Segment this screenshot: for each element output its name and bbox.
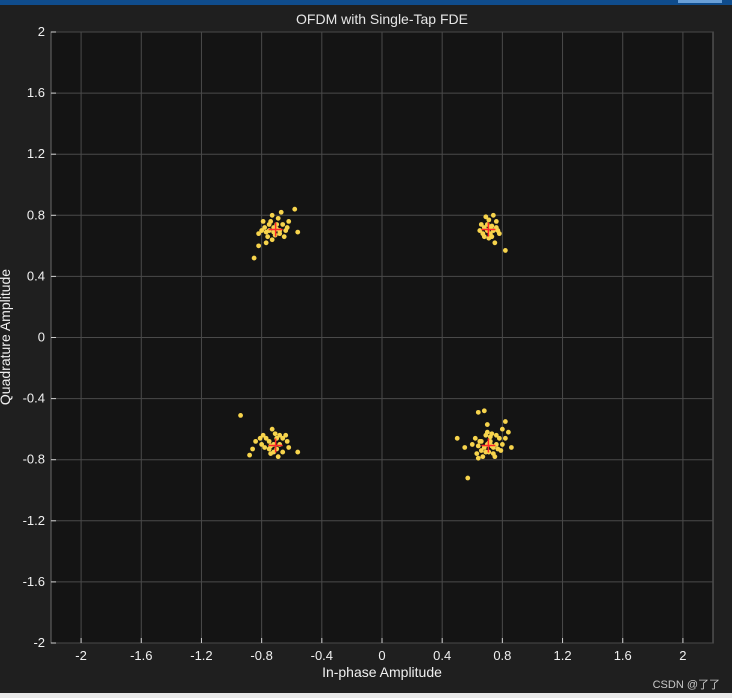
received-symbol-point [257,435,263,441]
y-tick-label: 0.4 [27,268,45,283]
received-symbol-point [275,454,281,460]
received-symbol-point [474,451,480,456]
received-symbol-point [263,240,269,246]
y-axis-label: Quadrature Amplitude [0,269,13,405]
received-symbol-point [499,426,505,432]
received-symbol-point [250,446,256,452]
y-tick-label: -1.2 [23,513,45,528]
received-symbol-point [284,225,290,230]
x-tick-label: -1.6 [130,648,152,663]
received-symbol-point [247,452,253,458]
received-symbol-point [280,449,286,455]
scatter-plot: -2 -1.6 -1.2 -0.8 -0.4 0 0.4 0.8 1.2 1.6 2 2 1.6 1.2 0… [0,11,714,680]
received-symbol-point [502,435,508,441]
y-tick-label: -1.6 [23,574,45,589]
received-symbol-point [484,429,490,435]
received-symbol-point [272,431,278,437]
received-symbol-point [295,449,301,455]
x-tick-label: -0.4 [311,648,333,663]
y-tick-label: 1.6 [27,85,45,100]
received-symbol-point [256,243,262,249]
received-symbol-point [490,451,496,456]
received-symbol-point [259,442,265,447]
received-symbol-point [462,445,468,450]
received-symbol-point [263,435,269,441]
received-symbol-point [484,422,490,427]
received-symbol-point [508,445,514,450]
received-symbol-point [475,455,481,461]
y-tick-label: 1.2 [27,146,45,161]
received-symbol-point [486,235,492,241]
y-tick-label: -0.4 [23,391,45,406]
window-bottom-bar [0,693,732,698]
x-tick-label: 2 [679,648,686,663]
received-symbol-point [502,419,508,424]
received-symbol-point [495,228,501,233]
received-symbol-point [490,212,496,218]
received-symbol-point [260,219,266,224]
received-symbol-point [478,448,484,453]
received-symbol-point [505,429,511,435]
y-tick-label: -2 [33,635,45,650]
received-symbol-point [269,212,275,218]
received-symbol-point [253,438,259,444]
received-symbol-point [499,442,505,447]
x-tick-label: 0.8 [493,648,511,663]
received-symbol-point [265,234,271,240]
received-symbol-point [483,449,489,455]
received-symbol-point [281,234,287,240]
y-tick-label: 0 [38,330,45,345]
x-tick-label: 0 [378,648,385,663]
received-symbol-point [269,426,275,432]
received-symbol-point [483,214,489,220]
x-tick-label: 1.2 [554,648,572,663]
received-symbol-point [472,435,478,441]
received-symbol-point [492,240,498,246]
received-symbol-point [475,443,481,449]
received-symbol-point [278,209,284,215]
y-tick-label: 2 [38,24,45,39]
y-tick-label: -0.8 [23,452,45,467]
received-symbol-point [469,442,475,447]
x-tick-label: -1.2 [190,648,212,663]
received-symbol-point [454,435,460,441]
x-tick-label: 0.4 [433,648,451,663]
received-symbol-point [498,448,504,453]
received-symbol-point [256,231,262,237]
received-symbol-point [263,229,269,235]
y-tick-label: 0.8 [27,207,45,222]
received-symbol-point [277,231,283,237]
received-symbol-point [480,454,486,460]
received-symbol-point [266,222,272,227]
received-symbol-point [269,237,275,243]
received-symbol-point [283,432,289,438]
received-symbol-point [465,475,471,481]
received-symbol-point [280,222,286,227]
received-symbol-point [292,206,298,212]
received-symbol-point [489,223,495,229]
received-symbol-point [238,413,243,418]
x-tick-label: -0.8 [250,648,272,663]
received-symbol-point [251,255,257,261]
received-symbol-point [295,229,301,235]
received-symbol-point [478,222,484,227]
received-symbol-point [481,408,487,414]
received-symbol-point [284,438,290,444]
received-symbol-point [475,409,481,415]
received-symbol-point [481,234,487,240]
watermark: CSDN @了了 [652,679,720,691]
received-symbol-point [502,248,508,253]
received-symbol-point [277,432,283,438]
received-symbol-point [493,219,499,224]
received-symbol-point [275,215,281,221]
x-tick-label: -2 [75,648,87,663]
received-symbol-point [487,434,493,440]
received-symbol-point [286,445,292,450]
x-tick-label: 1.6 [614,648,632,663]
received-symbol-point [286,219,292,224]
x-axis-label: In-phase Amplitude [322,664,442,680]
chart-title: OFDM with Single-Tap FDE [296,11,468,27]
received-symbol-point [477,438,483,444]
received-symbol-point [493,432,499,438]
